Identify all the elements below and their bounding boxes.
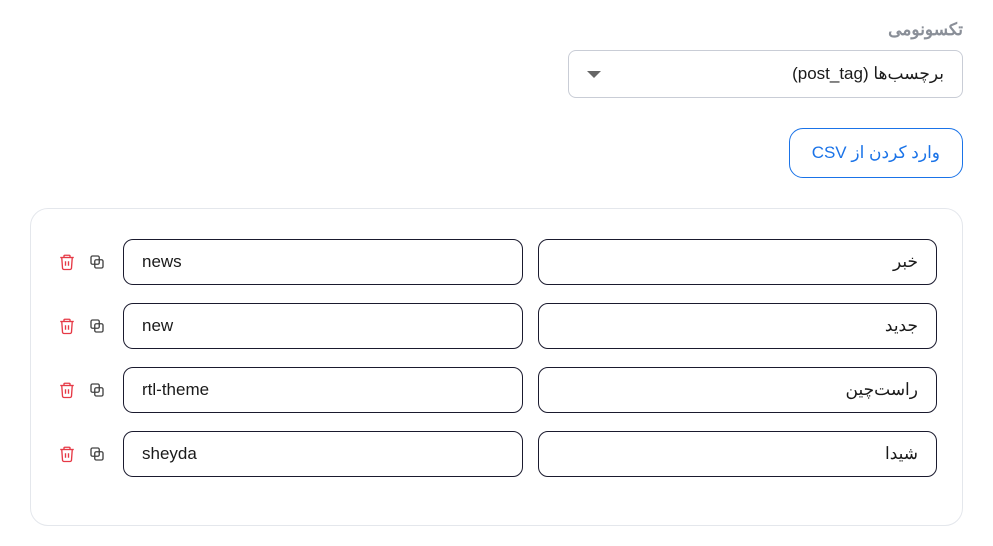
- row-actions: [56, 315, 108, 337]
- item-row: [56, 303, 937, 349]
- row-actions: [56, 379, 108, 401]
- trash-icon[interactable]: [56, 251, 78, 273]
- item-slug-input[interactable]: [123, 367, 523, 413]
- row-actions: [56, 443, 108, 465]
- item-row: [56, 239, 937, 285]
- import-csv-button[interactable]: وارد کردن از CSV: [789, 128, 963, 178]
- item-slug-input[interactable]: [123, 431, 523, 477]
- copy-icon[interactable]: [86, 251, 108, 273]
- trash-icon[interactable]: [56, 443, 78, 465]
- item-name-input[interactable]: [538, 367, 938, 413]
- copy-icon[interactable]: [86, 443, 108, 465]
- item-slug-input[interactable]: [123, 239, 523, 285]
- copy-icon[interactable]: [86, 315, 108, 337]
- item-name-input[interactable]: [538, 303, 938, 349]
- copy-icon[interactable]: [86, 379, 108, 401]
- item-name-input[interactable]: [538, 431, 938, 477]
- row-actions: [56, 251, 108, 273]
- taxonomy-selected-value: برچسب‌ها (post_tag): [792, 64, 944, 84]
- trash-icon[interactable]: [56, 379, 78, 401]
- trash-icon[interactable]: [56, 315, 78, 337]
- item-name-input[interactable]: [538, 239, 938, 285]
- item-slug-input[interactable]: [123, 303, 523, 349]
- taxonomy-select[interactable]: برچسب‌ها (post_tag): [568, 50, 963, 98]
- items-panel: [30, 208, 963, 526]
- taxonomy-label: تکسونومی: [30, 20, 963, 40]
- item-row: [56, 431, 937, 477]
- item-row: [56, 367, 937, 413]
- chevron-down-icon: [587, 71, 601, 78]
